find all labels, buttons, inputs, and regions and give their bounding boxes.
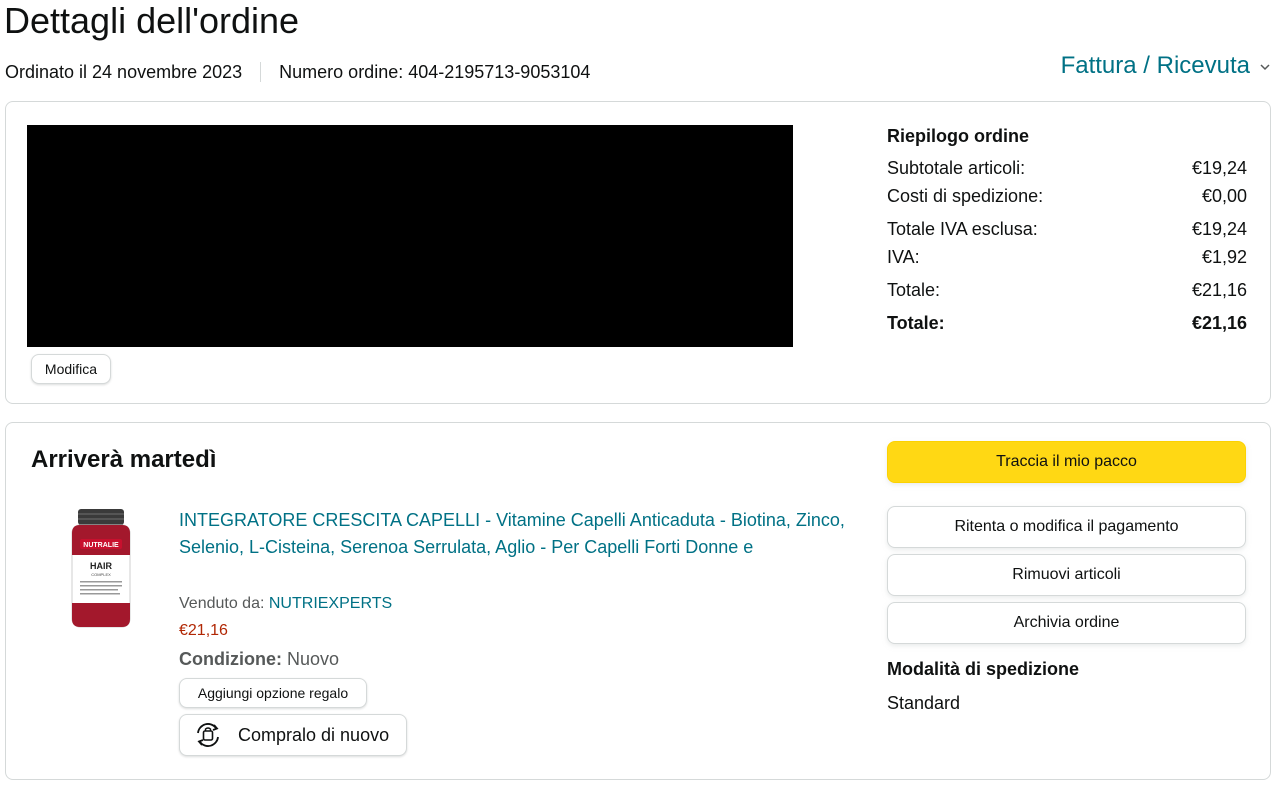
summary-row-subtotal: Subtotale articoli: €19,24 <box>887 156 1247 184</box>
seller-line: Venduto da: NUTRIEXPERTS <box>179 593 392 615</box>
summary-label: IVA: <box>887 247 920 267</box>
add-gift-option-button[interactable]: Aggiungi opzione regalo <box>179 678 367 708</box>
order-meta: Ordinato il 24 novembre 2023 Numero ordi… <box>5 60 590 84</box>
summary-value: €21,16 <box>1191 280 1247 300</box>
summary-title: Riepilogo ordine <box>887 126 1029 146</box>
remove-items-button[interactable]: Rimuovi articoli <box>887 554 1246 596</box>
summary-label: Totale: <box>887 313 945 333</box>
summary-value: €19,24 <box>1191 158 1247 178</box>
invoice-link[interactable]: Fattura / Ricevuta <box>1061 52 1250 80</box>
summary-label: Subtotale articoli: <box>887 158 1026 178</box>
retry-payment-button[interactable]: Ritenta o modifica il pagamento <box>887 506 1246 548</box>
bottle-name: HAIR <box>90 561 112 571</box>
track-package-button[interactable]: Traccia il mio pacco <box>887 441 1246 483</box>
chevron-down-icon[interactable] <box>1258 60 1272 74</box>
sold-by-label: Venduto da: <box>179 595 265 612</box>
redacted-address <box>27 125 793 347</box>
summary-label: Totale: <box>887 280 941 300</box>
summary-row-total: Totale: €21,16 <box>887 278 1247 306</box>
summary-value: €1,92 <box>1201 247 1247 267</box>
page-title: Dettagli dell'ordine <box>4 0 300 41</box>
summary-label: Totale IVA esclusa: <box>887 219 1038 239</box>
product-price: €21,16 <box>179 622 228 639</box>
summary-value: €21,16 <box>1191 313 1247 333</box>
buy-again-label: Compralo di nuovo <box>238 724 390 745</box>
summary-row-vat: IVA: €1,92 <box>887 245 1247 273</box>
seller-link[interactable]: NUTRIEXPERTS <box>269 595 392 612</box>
order-info-box: Modifica Riepilogo ordine Subtotale arti… <box>5 101 1271 404</box>
summary-row-grand-total: Totale: €21,16 <box>887 311 1247 339</box>
order-date: Ordinato il 24 novembre 2023 <box>5 61 243 82</box>
bottle-brand: NUTRALIE <box>83 542 119 549</box>
order-summary: Riepilogo ordine Subtotale articoli: €19… <box>887 124 1247 339</box>
shipping-method-value: Standard <box>887 693 961 713</box>
arrival-heading: Arriverà martedì <box>31 446 217 473</box>
condition-label: Condizione: <box>179 649 282 669</box>
order-number: Numero ordine: 404-2195713-9053104 <box>279 61 591 82</box>
edit-address-button[interactable]: Modifica <box>31 354 111 384</box>
buy-again-icon <box>197 723 219 747</box>
summary-value: €19,24 <box>1191 219 1247 239</box>
shipment-box: Arriverà martedì NUTRALIE HAIR COMPLEX I… <box>5 422 1271 780</box>
summary-value: €0,00 <box>1201 186 1247 206</box>
bottle-sub: COMPLEX <box>91 572 111 577</box>
summary-label: Costi di spedizione: <box>887 186 1044 206</box>
shipping-method-label: Modalità di spedizione <box>887 659 1080 679</box>
product-image[interactable]: NUTRALIE HAIR COMPLEX <box>66 507 136 631</box>
archive-order-button[interactable]: Archivia ordine <box>887 602 1246 644</box>
summary-row-total-ex-vat: Totale IVA esclusa: €19,24 <box>887 217 1247 245</box>
summary-row-shipping: Costi di spedizione: €0,00 <box>887 184 1247 212</box>
condition-value: Nuovo <box>287 649 340 669</box>
product-condition: Condizione: Nuovo <box>179 647 339 671</box>
buy-again-button[interactable]: Compralo di nuovo <box>179 714 407 756</box>
meta-divider <box>260 62 262 82</box>
product-title-link[interactable]: INTEGRATORE CRESCITA CAPELLI - Vitamine … <box>179 507 849 561</box>
